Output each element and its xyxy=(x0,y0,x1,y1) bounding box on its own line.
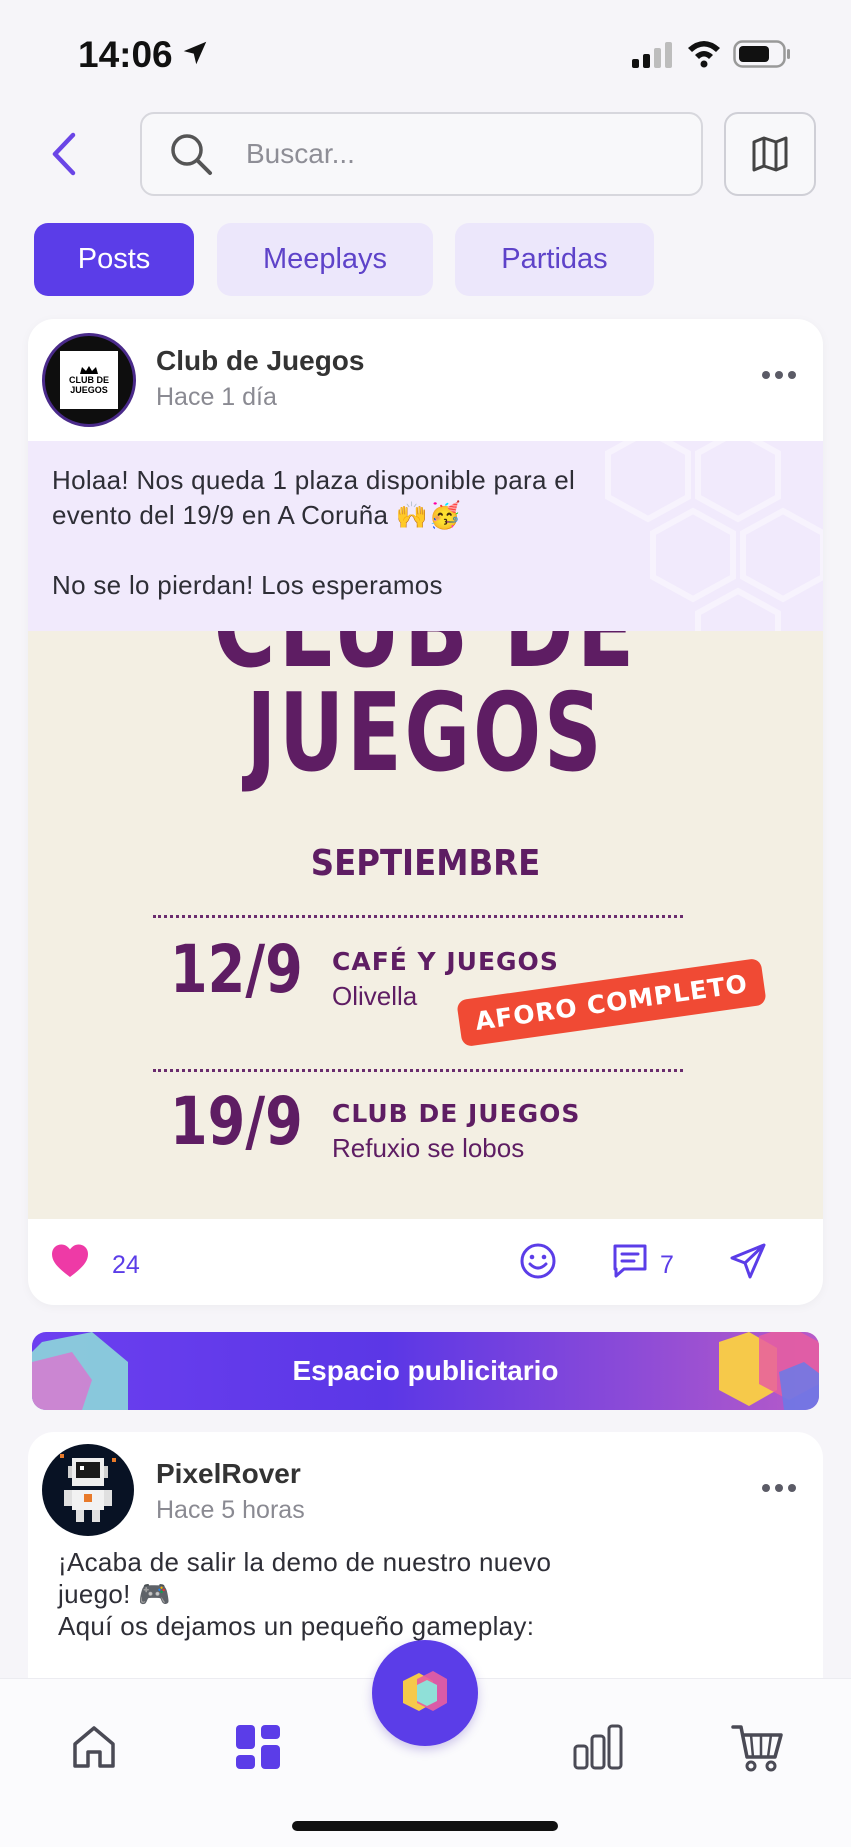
logo-text-line-1: CLUB DE xyxy=(69,375,109,385)
like-count: 24 xyxy=(112,1251,140,1279)
divider xyxy=(153,1069,683,1072)
comment-count: 7 xyxy=(660,1251,674,1279)
event-place: Olivella xyxy=(332,981,418,1011)
avatar[interactable]: CLUB DE JUEGOS xyxy=(42,333,136,427)
wifi-icon xyxy=(688,41,720,68)
app-logo-icon xyxy=(403,1671,447,1711)
post-timestamp: Hace 1 día xyxy=(156,383,277,411)
tab-posts[interactable]: Posts xyxy=(34,223,194,296)
post-author[interactable]: Club de Juegos xyxy=(156,345,364,377)
post-text-line: No se lo pierdan! Los esperamos xyxy=(52,570,443,600)
poster-title: JUEGOS xyxy=(246,671,605,796)
battery-icon xyxy=(733,40,790,68)
avatar[interactable] xyxy=(42,1444,134,1536)
astronaut-avatar-icon xyxy=(60,1454,116,1522)
post-actions: 24 7 xyxy=(28,1219,823,1305)
location-arrow-icon xyxy=(183,41,207,65)
tab-partidas[interactable]: Partidas xyxy=(455,223,654,296)
home-indicator xyxy=(292,1821,558,1831)
nav-home[interactable] xyxy=(62,1715,126,1779)
event-date: 12/9 xyxy=(170,931,303,1008)
comment-icon[interactable] xyxy=(610,1241,650,1281)
hexagon-pattern xyxy=(605,441,823,631)
status-bar: 14:06 xyxy=(0,0,851,100)
smile-icon[interactable] xyxy=(518,1241,558,1281)
post-text-line: Aquí os dejamos un pequeño gameplay: xyxy=(58,1611,535,1641)
nav-shop[interactable] xyxy=(726,1715,790,1779)
post-author[interactable]: PixelRover xyxy=(156,1458,301,1490)
ad-label: Espacio publicitario xyxy=(292,1355,559,1386)
club-logo: CLUB DE JUEGOS xyxy=(60,351,118,409)
post-text-line xyxy=(52,533,575,568)
post-text-line: evento del 19/9 en A Coruña 🙌🥳 xyxy=(52,500,462,530)
post-text-line: juego! 🎮 xyxy=(58,1579,171,1609)
status-time: 14:06 xyxy=(78,34,173,75)
cart-icon xyxy=(731,1725,783,1772)
post-text-line: ¡Acaba de salir la demo de nuestro nuevo xyxy=(58,1547,552,1577)
post-text-block: Holaa! Nos queda 1 plaza disponible para… xyxy=(28,441,823,631)
event-date: 19/9 xyxy=(170,1083,303,1160)
more-options-icon[interactable] xyxy=(762,371,796,379)
tab-meeplays[interactable]: Meeplays xyxy=(217,223,433,296)
grid-icon xyxy=(236,1725,280,1769)
nav-feed[interactable] xyxy=(226,1715,290,1779)
divider xyxy=(153,915,683,918)
home-icon xyxy=(73,1726,115,1768)
heart-icon[interactable] xyxy=(50,1243,90,1279)
post-image[interactable]: CLUB DE JUEGOS SEPTIEMBRE 12/9 CAFÉ Y JU… xyxy=(28,631,823,1219)
post-card: CLUB DE JUEGOS Club de Juegos Hace 1 día… xyxy=(28,319,823,1305)
search-icon xyxy=(168,131,214,177)
chevron-left-icon xyxy=(52,132,76,176)
search-bar[interactable] xyxy=(140,112,703,196)
ad-banner[interactable]: Espacio publicitario xyxy=(32,1332,819,1410)
map-icon xyxy=(752,136,788,172)
event-name: CAFÉ Y JUEGOS xyxy=(332,947,559,976)
post-text-line: Holaa! Nos queda 1 plaza disponible para… xyxy=(52,465,576,495)
center-action-button[interactable] xyxy=(372,1640,478,1746)
nav-stats[interactable] xyxy=(566,1715,630,1779)
back-button[interactable] xyxy=(44,128,84,180)
send-icon[interactable] xyxy=(728,1241,768,1281)
map-button[interactable] xyxy=(724,112,816,196)
crown-icon xyxy=(80,366,98,374)
post-timestamp: Hace 5 horas xyxy=(156,1496,305,1524)
search-input[interactable] xyxy=(246,138,606,170)
poster-month: SEPTIEMBRE xyxy=(310,843,541,884)
logo-text-line-2: JUEGOS xyxy=(70,385,108,395)
event-place: Refuxio se lobos xyxy=(332,1133,525,1163)
stats-icon xyxy=(573,1724,623,1770)
event-name: CLUB DE JUEGOS xyxy=(332,1099,581,1128)
more-options-icon[interactable] xyxy=(762,1484,796,1492)
cellular-signal-icon xyxy=(632,42,672,68)
